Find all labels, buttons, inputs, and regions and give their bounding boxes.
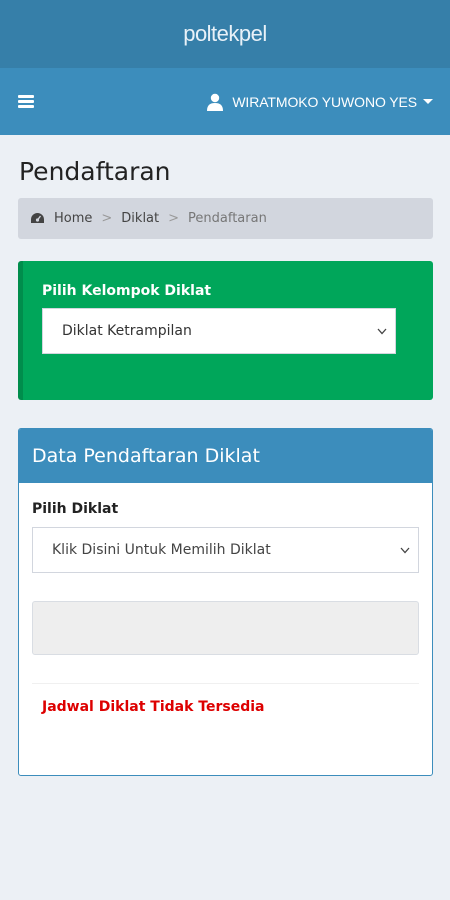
diklat-detail-field bbox=[32, 601, 419, 655]
kelompok-diklat-select[interactable]: Diklat Ketrampilan bbox=[42, 308, 396, 354]
chevron-down-icon bbox=[377, 328, 387, 335]
page-title: Pendaftaran bbox=[19, 157, 171, 186]
pilih-diklat-label: Pilih Diklat bbox=[32, 501, 119, 517]
breadcrumb: Home > Diklat > Pendaftaran bbox=[18, 198, 433, 239]
data-pendaftaran-box: Data Pendaftaran Diklat Pilih Diklat Kli… bbox=[18, 428, 433, 776]
user-name: WIRATMOKO YUWONO YES bbox=[232, 93, 417, 110]
brand-bar: poltekpel bbox=[0, 0, 450, 68]
pilih-diklat-selected: Klik Disini Untuk Memilih Diklat bbox=[52, 542, 271, 558]
data-pendaftaran-body: Pilih Diklat Klik Disini Untuk Memilih D… bbox=[19, 483, 432, 715]
kelompok-diklat-label: Pilih Kelompok Diklat bbox=[42, 283, 212, 299]
menu-toggle-icon[interactable] bbox=[18, 95, 34, 108]
breadcrumb-current: Pendaftaran bbox=[188, 211, 267, 226]
kelompok-diklat-selected: Diklat Ketrampilan bbox=[62, 323, 192, 339]
dashboard-icon bbox=[31, 213, 44, 223]
breadcrumb-separator: > bbox=[168, 211, 180, 226]
user-icon bbox=[207, 93, 224, 111]
divider bbox=[32, 683, 419, 684]
user-menu[interactable]: WIRATMOKO YUWONO YES bbox=[206, 93, 433, 111]
caret-down-icon bbox=[423, 99, 433, 104]
breadcrumb-home[interactable]: Home bbox=[54, 211, 92, 226]
kelompok-diklat-box: Pilih Kelompok Diklat Diklat Ketrampilan bbox=[18, 261, 433, 400]
brand-logo[interactable]: poltekpel bbox=[183, 21, 267, 47]
chevron-down-icon bbox=[400, 547, 410, 554]
pilih-diklat-select[interactable]: Klik Disini Untuk Memilih Diklat bbox=[32, 527, 419, 573]
jadwal-unavailable-notice: Jadwal Diklat Tidak Tersedia bbox=[42, 699, 265, 715]
top-navbar: WIRATMOKO YUWONO YES bbox=[0, 68, 450, 135]
breadcrumb-diklat[interactable]: Diklat bbox=[121, 211, 159, 226]
data-pendaftaran-header: Data Pendaftaran Diklat bbox=[19, 429, 432, 483]
breadcrumb-separator: > bbox=[101, 211, 113, 226]
